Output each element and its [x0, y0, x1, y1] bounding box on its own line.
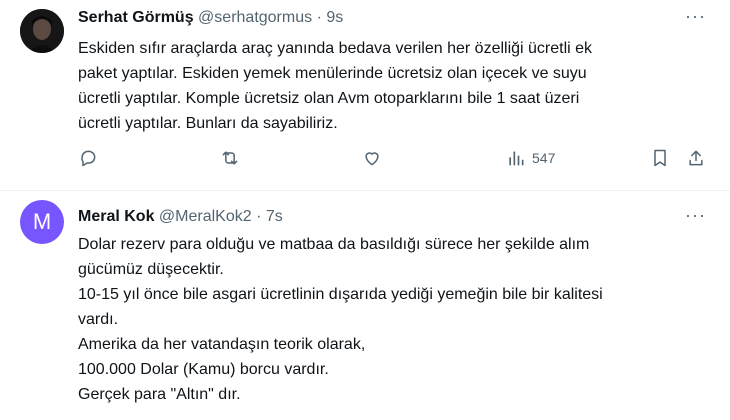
like-button[interactable] — [362, 148, 382, 168]
bookmark-button[interactable] — [650, 148, 670, 168]
share-button[interactable] — [686, 148, 706, 168]
timestamp[interactable]: · 7s — [256, 208, 283, 225]
tweet-text-line: gücümüz düşecektir. — [78, 261, 224, 278]
tweet-header: Serhat Görmüş @serhatgormus · 9s — [78, 8, 343, 28]
tweet[interactable]: M Meral Kok @MeralKok2 · 7s ··· Dolar re… — [0, 191, 730, 420]
avatar[interactable] — [20, 9, 64, 53]
display-name[interactable]: Serhat Görmüş — [78, 9, 194, 26]
more-options-button[interactable]: ··· — [685, 6, 706, 27]
tweet-text-line: ücretli yaptılar. Bunları da sayabiliriz… — [78, 115, 338, 132]
tweet-text-line: Amerika da her vatandaşın teorik olarak, — [78, 336, 366, 353]
retweet-icon — [222, 151, 238, 165]
user-handle[interactable]: @serhatgormus — [198, 9, 312, 26]
views-icon — [509, 151, 524, 166]
tweet-text-line: 100.000 Dolar (Kamu) borcu vardır. — [78, 361, 329, 378]
views-count: 547 — [532, 150, 556, 166]
tweet-text: Dolar rezerv para olduğu ve matbaa da ba… — [78, 232, 708, 407]
tweet-actions: 547 — [78, 148, 713, 172]
views-button[interactable]: 547 — [506, 148, 555, 168]
tweet-text-line: 10-15 yıl önce bile asgari ücretlinin dı… — [78, 286, 603, 303]
tweet[interactable]: Serhat Görmüş @serhatgormus · 9s ··· Esk… — [0, 0, 730, 191]
reply-icon — [81, 150, 96, 167]
tweet-header: Meral Kok @MeralKok2 · 7s — [78, 207, 283, 227]
bookmark-icon — [654, 149, 666, 167]
tweet-text-line: paket yaptılar. Eskiden yemek menülerind… — [78, 65, 587, 82]
more-options-button[interactable]: ··· — [685, 205, 706, 226]
share-icon — [689, 150, 703, 166]
tweet-text-line: ücretli yaptılar. Komple ücretsiz olan A… — [78, 90, 580, 107]
tweet-text: Eskiden sıfır araçlarda araç yanında bed… — [78, 36, 708, 136]
retweet-button[interactable] — [220, 148, 240, 168]
tweet-text-line: Eskiden sıfır araçlarda araç yanında bed… — [78, 40, 593, 57]
display-name[interactable]: Meral Kok — [78, 208, 154, 225]
avatar[interactable]: M — [20, 200, 64, 244]
tweet-text-line: Gerçek para "Altın" dır. — [78, 386, 241, 403]
tweet-text-line: vardı. — [78, 311, 119, 328]
user-handle[interactable]: @MeralKok2 — [159, 208, 252, 225]
tweet-text-line: Dolar rezerv para olduğu ve matbaa da ba… — [78, 236, 590, 253]
like-icon — [365, 152, 379, 166]
reply-button[interactable] — [78, 148, 98, 168]
timestamp[interactable]: · 9s — [317, 9, 344, 26]
avatar-photo — [20, 9, 64, 53]
